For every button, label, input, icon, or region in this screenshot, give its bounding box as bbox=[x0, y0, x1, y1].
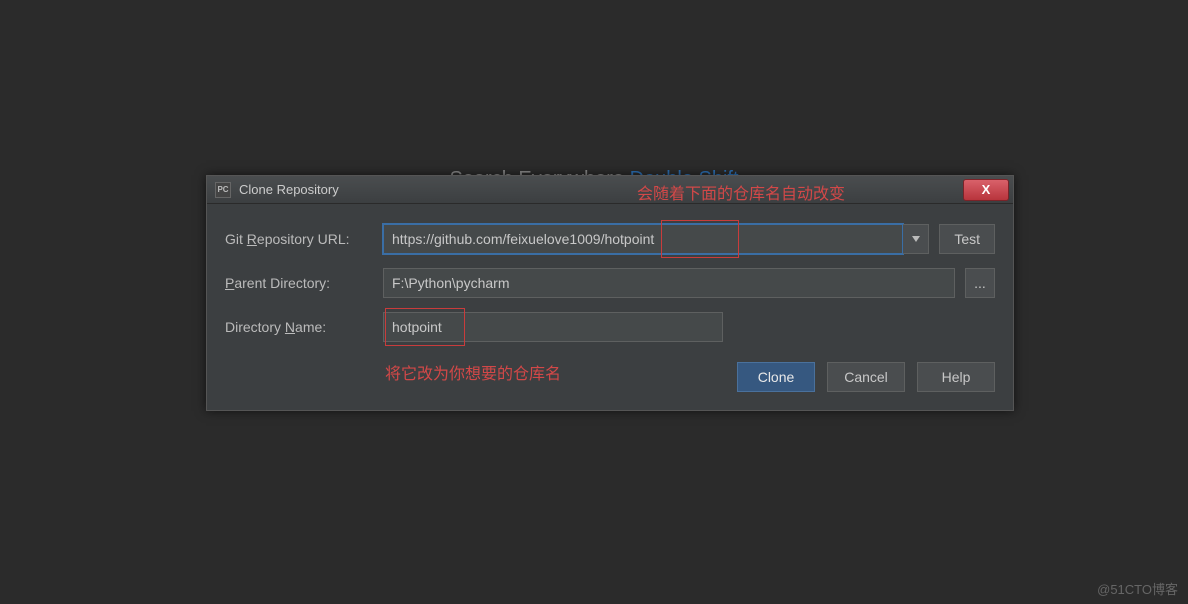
parent-directory-input[interactable] bbox=[383, 268, 955, 298]
close-icon: X bbox=[982, 182, 991, 197]
directory-name-wrap bbox=[383, 312, 723, 342]
dialog-button-row: Clone Cancel Help bbox=[561, 362, 995, 392]
repository-url-dropdown[interactable] bbox=[903, 224, 929, 254]
label-repository-url: Git Repository URL: bbox=[225, 231, 383, 247]
cancel-button[interactable]: Cancel bbox=[827, 362, 905, 392]
parent-directory-wrap bbox=[383, 268, 955, 298]
watermark: @51CTO博客 bbox=[1097, 579, 1178, 598]
annotation-top: 会随着下面的仓库名自动改变 bbox=[637, 180, 845, 204]
row-directory-name: Directory Name: bbox=[225, 312, 995, 342]
row-parent-directory: Parent Directory: ... bbox=[225, 268, 995, 298]
chevron-down-icon bbox=[912, 236, 920, 242]
titlebar: PC Clone Repository 会随着下面的仓库名自动改变 X bbox=[207, 176, 1013, 204]
close-button[interactable]: X bbox=[963, 179, 1009, 201]
dialog-body: Git Repository URL: Test Parent Director… bbox=[207, 204, 1013, 410]
repository-url-combo bbox=[383, 224, 929, 254]
browse-button[interactable]: ... bbox=[965, 268, 995, 298]
repository-url-input[interactable] bbox=[383, 224, 903, 254]
label-parent-directory: Parent Directory: bbox=[225, 275, 383, 291]
directory-name-input[interactable] bbox=[383, 312, 723, 342]
app-icon: PC bbox=[215, 182, 231, 198]
clone-button[interactable]: Clone bbox=[737, 362, 815, 392]
help-button[interactable]: Help bbox=[917, 362, 995, 392]
row-repository-url: Git Repository URL: Test bbox=[225, 224, 995, 254]
clone-repository-dialog: PC Clone Repository 会随着下面的仓库名自动改变 X Git … bbox=[206, 175, 1014, 411]
dialog-title: Clone Repository bbox=[239, 182, 963, 197]
annotation-bottom: 将它改为你想要的仓库名 bbox=[385, 360, 561, 384]
test-button[interactable]: Test bbox=[939, 224, 995, 254]
label-directory-name: Directory Name: bbox=[225, 319, 383, 335]
